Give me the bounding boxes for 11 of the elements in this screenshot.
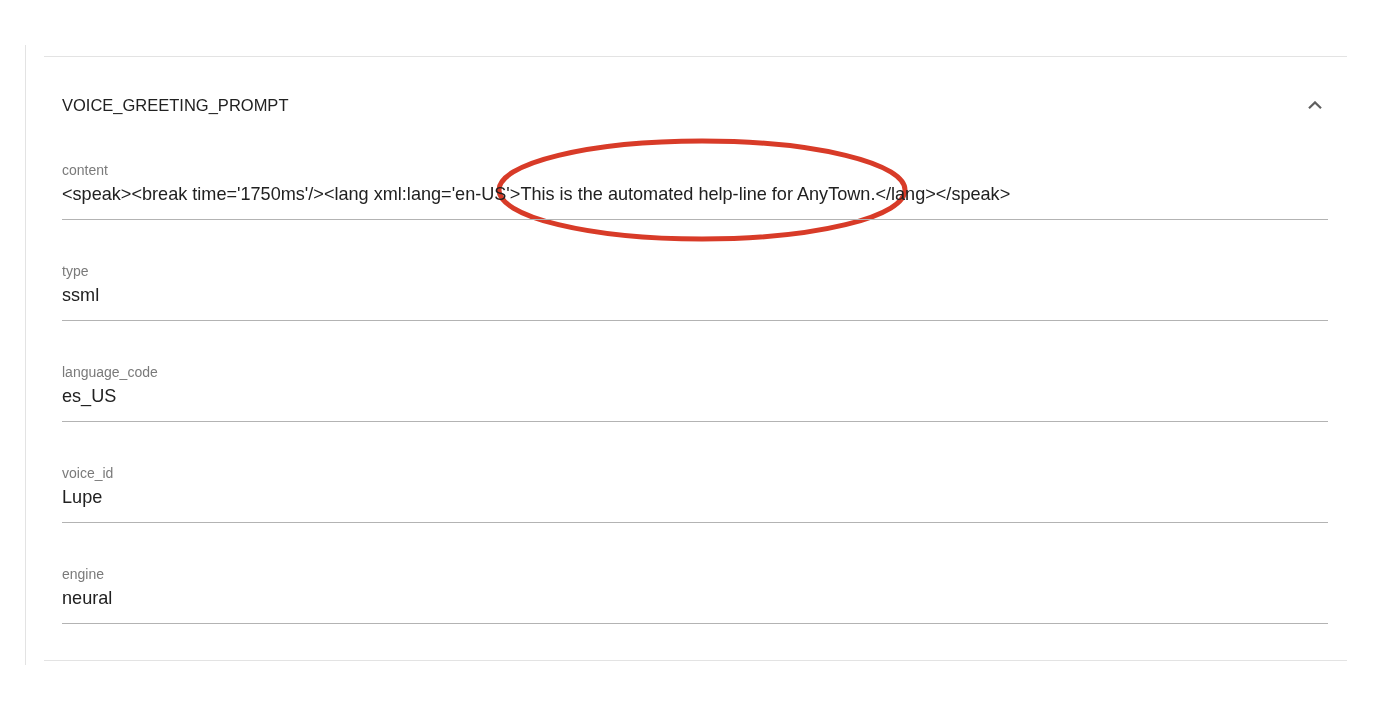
field-label: type — [62, 262, 89, 280]
chevron-up-icon — [1308, 101, 1322, 109]
text-field[interactable]: neural — [62, 587, 1328, 624]
text-field[interactable]: es_US — [62, 385, 1328, 422]
field-label: language_code — [62, 363, 158, 381]
text-field[interactable]: ssml — [62, 284, 1328, 321]
panel-header[interactable]: VOICE_GREETING_PROMPT — [44, 57, 1347, 153]
text-field[interactable]: Lupe — [62, 486, 1328, 523]
field-label: voice_id — [62, 464, 114, 482]
field-label: content — [62, 161, 108, 179]
field-label: engine — [62, 565, 105, 583]
